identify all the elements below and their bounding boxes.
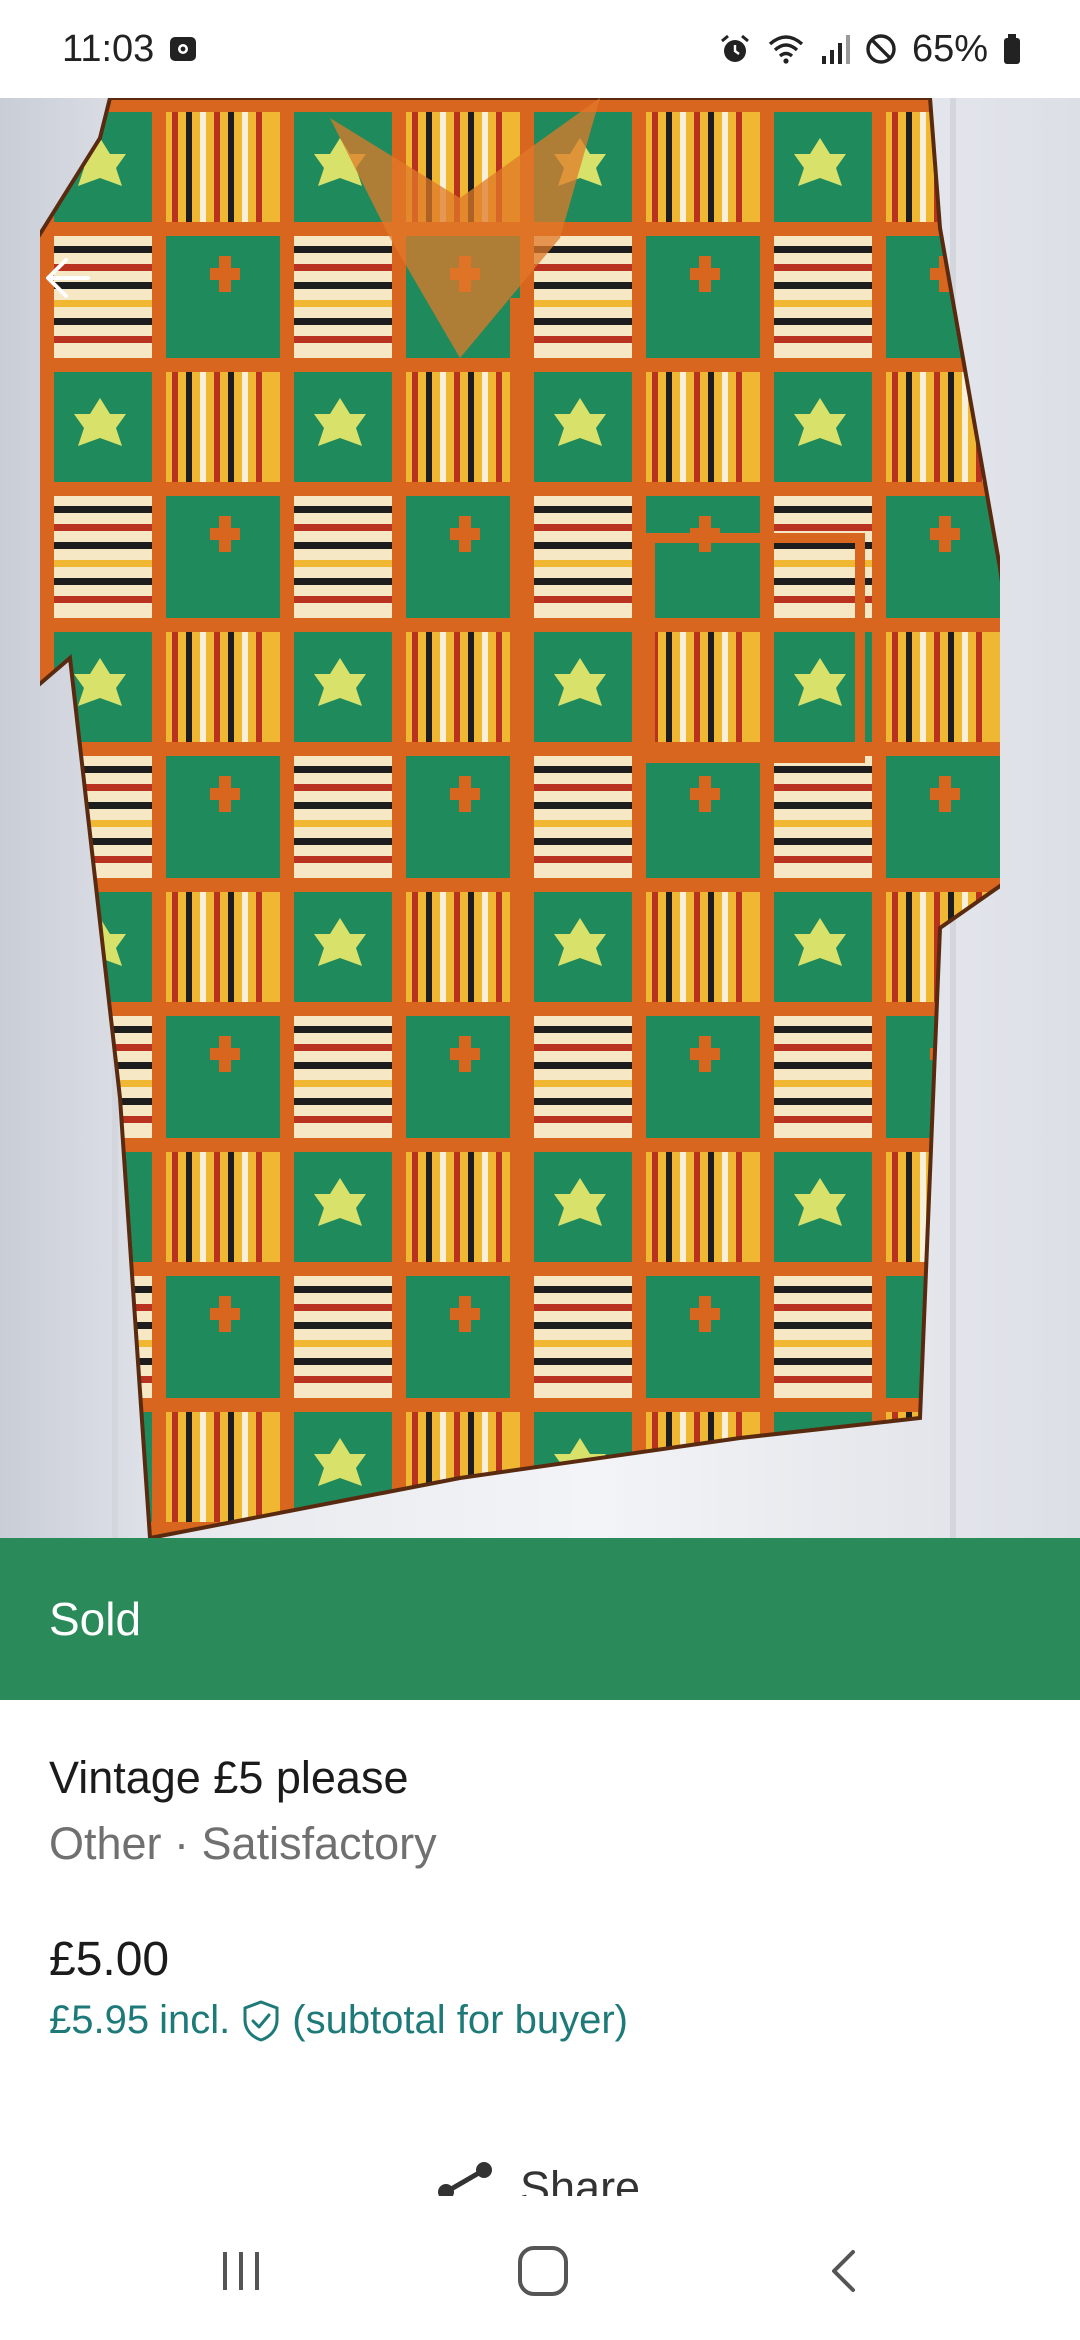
signal-icon: [820, 32, 850, 66]
share-label: Share: [520, 2162, 641, 2198]
system-nav-bar: [0, 2196, 1080, 2340]
status-bar: 11:03 65%: [0, 0, 1080, 98]
battery-icon: [1002, 32, 1022, 66]
item-brand-condition: Other · Satisfactory: [49, 1818, 437, 1869]
product-photo[interactable]: [0, 98, 1080, 1538]
home-icon[interactable]: [508, 2236, 578, 2306]
item-price: £5.00: [49, 1933, 170, 1986]
item-title: Vintage £5 please: [49, 1752, 409, 1803]
status-time: 11:03: [62, 27, 155, 70]
buyer-price: £5.95: [49, 1998, 150, 2042]
status-right: 65%: [718, 28, 1022, 71]
shirt-image: [40, 98, 1000, 1538]
back-arrow-icon[interactable]: [38, 248, 98, 308]
share-icon: [436, 2160, 494, 2198]
back-icon[interactable]: [810, 2236, 880, 2306]
screenshot-icon: [168, 34, 198, 64]
buyer-note: (subtotal for buyer): [292, 1998, 628, 2042]
sold-banner: Sold: [0, 1538, 1080, 1700]
buyer-price-info[interactable]: £5.95 incl. (subtotal for buyer): [49, 1998, 628, 2043]
shield-check-icon: [240, 1999, 282, 2043]
share-button[interactable]: Share: [436, 2160, 640, 2198]
wifi-icon: [766, 32, 806, 66]
sold-label: Sold: [49, 1593, 142, 1645]
buyer-incl: incl.: [159, 1998, 231, 2042]
recents-icon[interactable]: [206, 2236, 276, 2306]
do-not-disturb-icon: [864, 32, 898, 66]
status-left: 11:03: [62, 28, 198, 71]
alarm-icon: [718, 32, 752, 66]
battery-percent: 65%: [911, 27, 988, 70]
